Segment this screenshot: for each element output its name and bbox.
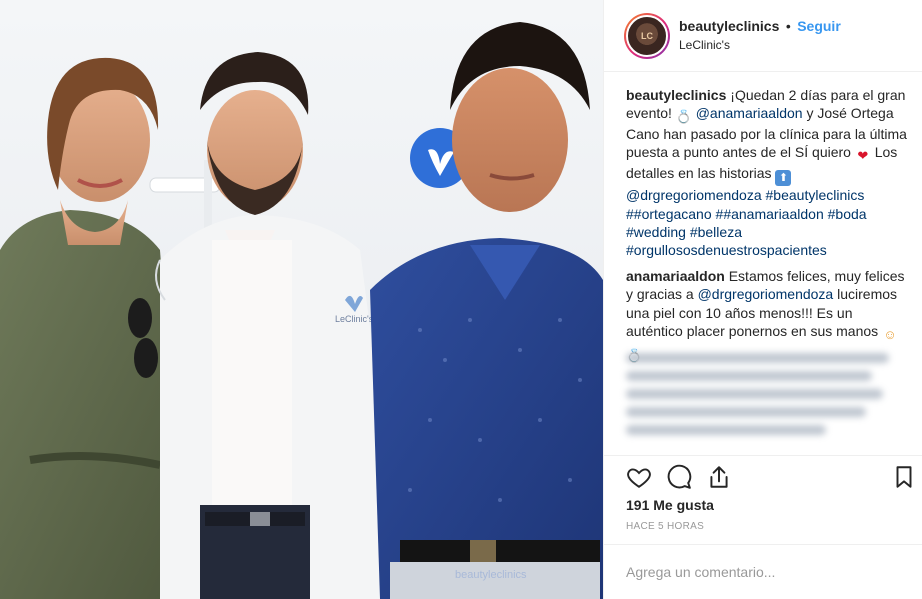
- comment-username[interactable]: beautyleclinics: [626, 87, 726, 103]
- hashtag-link[interactable]: #wedding: [626, 224, 686, 240]
- face-emoji-icon: ☺: [883, 326, 897, 342]
- comment: beautyleclinics ¡Quedan 2 días para el g…: [626, 86, 912, 259]
- mention-link[interactable]: @drgregoriomendoza: [698, 286, 834, 302]
- share-icon[interactable]: [706, 464, 732, 490]
- avatar[interactable]: LC: [624, 12, 670, 59]
- comment-username[interactable]: anamariaaldon: [626, 268, 725, 284]
- post-header: LC beautyleclinics • Seguir LeClinic's: [604, 0, 922, 72]
- up-arrow-emoji-icon: ⬆: [775, 170, 792, 187]
- heart-emoji-icon: ❤: [857, 148, 869, 164]
- comments-list: beautyleclinics ¡Quedan 2 días para el g…: [626, 86, 912, 372]
- hashtag-link[interactable]: #belleza: [690, 224, 742, 240]
- post-timestamp[interactable]: HACE 5 HORAS: [626, 521, 704, 532]
- post-side-panel: LC beautyleclinics • Seguir LeClinic's b…: [603, 0, 922, 599]
- mention-link[interactable]: @anamariaaldon: [696, 105, 803, 121]
- avatar-logo: LC: [626, 14, 668, 57]
- comment-bubble-icon[interactable]: [666, 464, 692, 490]
- hashtag-link[interactable]: #beautyleclinics: [766, 187, 865, 203]
- photo-watermark: beautyleclinics: [455, 569, 527, 581]
- blurred-comment: [626, 347, 912, 455]
- header-text: beautyleclinics • Seguir LeClinic's: [679, 17, 841, 54]
- add-comment-input[interactable]: [626, 557, 896, 587]
- location-link[interactable]: LeClinic's: [679, 36, 841, 54]
- add-comment-section: [604, 544, 922, 599]
- header-username[interactable]: beautyleclinics: [679, 18, 779, 34]
- hashtag-link[interactable]: ##anamariaaldon: [716, 206, 824, 222]
- header-separator: •: [785, 18, 791, 34]
- follow-button[interactable]: Seguir: [797, 18, 841, 34]
- hashtag-link[interactable]: #orgullososdenuestrospacientes: [626, 242, 827, 258]
- ring-emoji-icon: 💍: [675, 109, 693, 125]
- bookmark-icon[interactable]: [891, 464, 917, 490]
- action-bar: [604, 455, 922, 499]
- hashtag-link[interactable]: ##ortegacano: [626, 206, 712, 222]
- mention-link[interactable]: @drgregoriomendoza: [626, 187, 762, 203]
- post-photo[interactable]: s LeClinic's: [0, 0, 603, 599]
- coat-logo-text: LeClinic's: [335, 314, 374, 324]
- likes-count[interactable]: 191 Me gusta: [626, 497, 714, 513]
- hashtag-link[interactable]: #boda: [828, 206, 867, 222]
- heart-outline-icon[interactable]: [626, 464, 652, 490]
- photo-scene: s LeClinic's: [0, 0, 603, 599]
